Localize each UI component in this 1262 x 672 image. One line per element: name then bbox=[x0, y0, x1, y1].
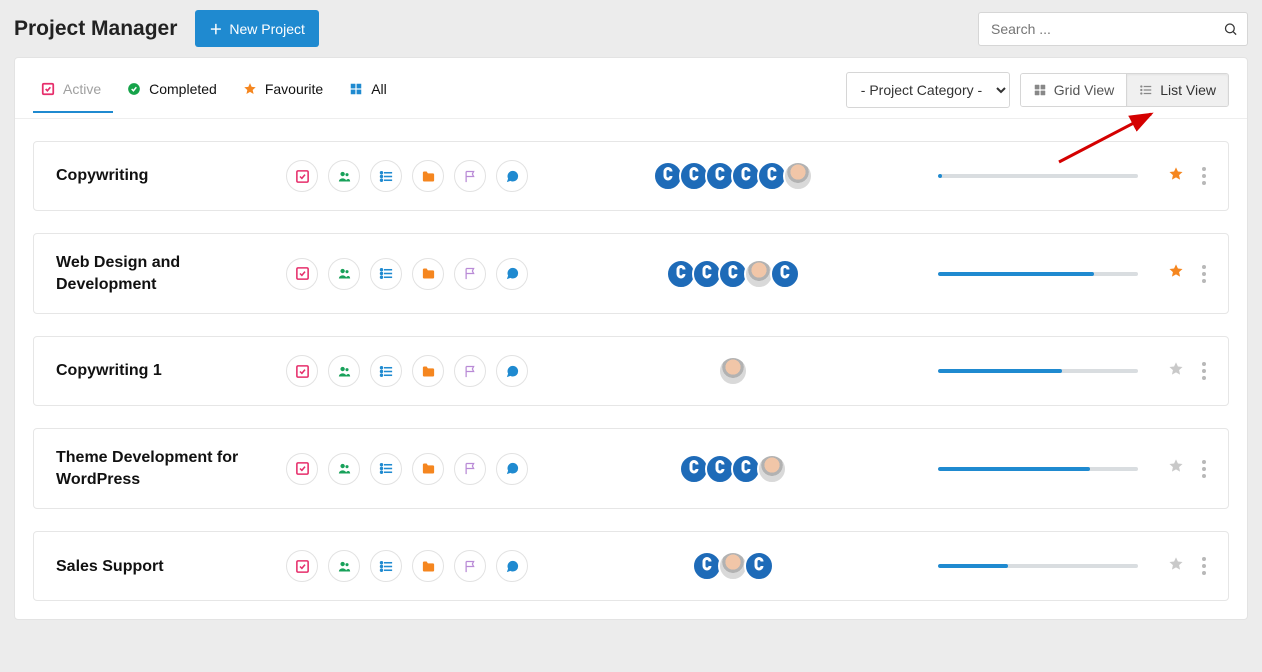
more-menu[interactable] bbox=[1202, 265, 1206, 283]
tab-label: Favourite bbox=[265, 81, 323, 97]
message-icon[interactable] bbox=[496, 453, 528, 485]
check-square-icon bbox=[41, 82, 55, 96]
users-icon[interactable] bbox=[328, 355, 360, 387]
list-view-label: List View bbox=[1160, 82, 1216, 98]
project-row: Copywriting bbox=[33, 141, 1229, 211]
check-square-icon[interactable] bbox=[286, 258, 318, 290]
users-icon[interactable] bbox=[328, 550, 360, 582]
plus-icon: ＋ bbox=[209, 19, 222, 38]
favourite-star[interactable] bbox=[1168, 458, 1184, 479]
progress-bar bbox=[938, 467, 1138, 471]
project-name[interactable]: Copywriting 1 bbox=[56, 360, 286, 382]
new-project-label: New Project bbox=[229, 21, 304, 37]
search-input[interactable] bbox=[978, 12, 1248, 46]
project-name[interactable]: Theme Development for WordPress bbox=[56, 447, 286, 490]
tab-completed[interactable]: Completed bbox=[119, 67, 229, 113]
new-project-button[interactable]: ＋ New Project bbox=[195, 10, 318, 47]
avatar-photo[interactable] bbox=[757, 454, 787, 484]
star-icon bbox=[243, 82, 257, 96]
check-square-icon[interactable] bbox=[286, 453, 318, 485]
list-icon[interactable] bbox=[370, 160, 402, 192]
flag-icon[interactable] bbox=[454, 258, 486, 290]
project-panel: Active Completed Favourite All - Project… bbox=[14, 57, 1248, 620]
project-row: Copywriting 1 bbox=[33, 336, 1229, 406]
project-row: Web Design and Development bbox=[33, 233, 1229, 314]
users-icon[interactable] bbox=[328, 160, 360, 192]
users-icon[interactable] bbox=[328, 258, 360, 290]
message-icon[interactable] bbox=[496, 258, 528, 290]
list-icon[interactable] bbox=[370, 355, 402, 387]
flag-icon[interactable] bbox=[454, 453, 486, 485]
avatar-gravatar[interactable] bbox=[770, 259, 800, 289]
project-row: Theme Development for WordPress bbox=[33, 428, 1229, 509]
project-row: Sales Support bbox=[33, 531, 1229, 601]
check-square-icon[interactable] bbox=[286, 355, 318, 387]
tab-label: Active bbox=[63, 81, 101, 97]
favourite-star[interactable] bbox=[1168, 361, 1184, 382]
check-square-icon[interactable] bbox=[286, 160, 318, 192]
message-icon[interactable] bbox=[496, 160, 528, 192]
page-title: Project Manager bbox=[14, 17, 177, 41]
grid-icon bbox=[349, 82, 363, 96]
progress-bar bbox=[938, 564, 1138, 568]
tab-all[interactable]: All bbox=[341, 67, 399, 113]
message-icon[interactable] bbox=[496, 550, 528, 582]
tab-label: Completed bbox=[149, 81, 217, 97]
list-icon bbox=[1139, 83, 1153, 97]
grid-view-label: Grid View bbox=[1054, 82, 1114, 98]
avatar-photo[interactable] bbox=[783, 161, 813, 191]
folder-icon[interactable] bbox=[412, 160, 444, 192]
flag-icon[interactable] bbox=[454, 355, 486, 387]
more-menu[interactable] bbox=[1202, 362, 1206, 380]
folder-icon[interactable] bbox=[412, 550, 444, 582]
tab-favourite[interactable]: Favourite bbox=[235, 67, 335, 113]
more-menu[interactable] bbox=[1202, 557, 1206, 575]
flag-icon[interactable] bbox=[454, 550, 486, 582]
project-name[interactable]: Web Design and Development bbox=[56, 252, 286, 295]
folder-icon[interactable] bbox=[412, 453, 444, 485]
favourite-star[interactable] bbox=[1168, 556, 1184, 577]
list-icon[interactable] bbox=[370, 550, 402, 582]
tab-label: All bbox=[371, 81, 387, 97]
favourite-star[interactable] bbox=[1168, 166, 1184, 187]
favourite-star[interactable] bbox=[1168, 263, 1184, 284]
search-icon bbox=[1223, 21, 1238, 36]
folder-icon[interactable] bbox=[412, 258, 444, 290]
avatar-gravatar[interactable] bbox=[744, 551, 774, 581]
users-icon[interactable] bbox=[328, 453, 360, 485]
more-menu[interactable] bbox=[1202, 167, 1206, 185]
progress-bar bbox=[938, 272, 1138, 276]
grid-icon bbox=[1033, 83, 1047, 97]
list-view-button[interactable]: List View bbox=[1126, 74, 1228, 106]
check-square-icon[interactable] bbox=[286, 550, 318, 582]
avatar-photo[interactable] bbox=[718, 356, 748, 386]
project-name[interactable]: Copywriting bbox=[56, 165, 286, 187]
project-name[interactable]: Sales Support bbox=[56, 556, 286, 578]
flag-icon[interactable] bbox=[454, 160, 486, 192]
project-category-select[interactable]: - Project Category - bbox=[846, 72, 1010, 108]
progress-bar bbox=[938, 369, 1138, 373]
progress-bar bbox=[938, 174, 1138, 178]
message-icon[interactable] bbox=[496, 355, 528, 387]
check-circle-icon bbox=[127, 82, 141, 96]
tab-active[interactable]: Active bbox=[33, 67, 113, 113]
folder-icon[interactable] bbox=[412, 355, 444, 387]
list-icon[interactable] bbox=[370, 453, 402, 485]
list-icon[interactable] bbox=[370, 258, 402, 290]
grid-view-button[interactable]: Grid View bbox=[1021, 74, 1126, 106]
more-menu[interactable] bbox=[1202, 460, 1206, 478]
